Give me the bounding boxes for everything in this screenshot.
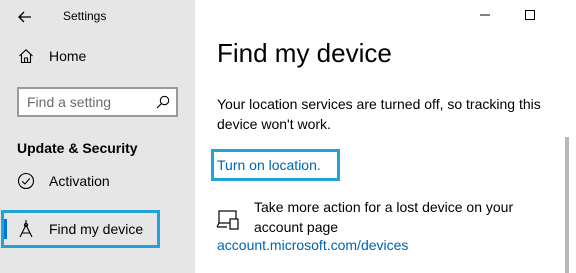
lost-device-laptop-icon: [216, 210, 239, 230]
back-button[interactable]: [14, 6, 36, 28]
activation-check-icon: [16, 171, 36, 191]
scrollbar[interactable]: [565, 137, 569, 273]
search-box[interactable]: [17, 87, 178, 117]
turn-on-location-link[interactable]: Turn on location.: [217, 157, 321, 173]
minimize-icon: [480, 14, 490, 16]
section-title: Update & Security: [17, 140, 138, 156]
app-title: Settings: [63, 9, 107, 23]
home-icon: [16, 46, 36, 66]
find-my-device-icon: [16, 219, 36, 239]
sidebar-item-activation[interactable]: Activation: [0, 164, 195, 198]
sidebar-item-home[interactable]: Home: [0, 39, 195, 73]
main-content: Find my device Your location services ar…: [195, 0, 576, 273]
sidebar-item-find-my-device[interactable]: Find my device: [0, 212, 195, 246]
sidebar-item-label: Find my device: [49, 221, 144, 237]
maximize-button[interactable]: [516, 4, 544, 26]
maximize-icon: [525, 10, 535, 20]
sidebar-item-label: Activation: [49, 173, 110, 189]
page-title: Find my device: [217, 38, 392, 68]
lost-device-text: Take more action for a lost device on yo…: [254, 199, 514, 235]
sidebar: Settings Home Update & Security Activati…: [0, 0, 195, 273]
location-off-description: Your location services are turned off, s…: [217, 96, 541, 132]
back-arrow-icon: [18, 11, 31, 23]
search-icon[interactable]: [156, 95, 170, 109]
search-input[interactable]: [27, 89, 153, 115]
minimize-button[interactable]: [471, 4, 499, 26]
sidebar-item-label: Home: [49, 48, 87, 64]
account-devices-link[interactable]: account.microsoft.com/devices: [217, 237, 408, 253]
